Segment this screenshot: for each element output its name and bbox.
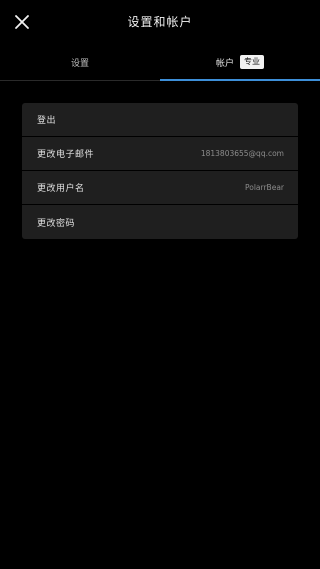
- change-email-row[interactable]: 更改电子邮件 1813803655@qq.com: [22, 137, 298, 171]
- email-value: 1813803655@qq.com: [200, 149, 284, 158]
- tab-account[interactable]: 帐户 专业: [160, 44, 320, 80]
- pro-badge: 专业: [240, 55, 264, 69]
- active-tab-indicator: [160, 79, 320, 81]
- logout-row[interactable]: 登出: [22, 103, 298, 137]
- page-title: 设置和帐户: [127, 15, 193, 29]
- change-email-label: 更改电子邮件: [37, 150, 95, 160]
- change-password-label: 更改密码: [37, 218, 76, 229]
- tab-divider: [0, 80, 160, 81]
- tab-settings-label: 设置: [70, 58, 89, 69]
- tab-settings[interactable]: 设置: [0, 44, 160, 80]
- username-value: PolarrBear: [245, 183, 284, 192]
- change-password-row[interactable]: 更改密码: [22, 205, 298, 239]
- change-username-row[interactable]: 更改用户名 PolarrBear: [22, 171, 298, 205]
- tab-account-label: 帐户: [215, 58, 234, 69]
- top-bar: 设置和帐户: [0, 0, 320, 44]
- logout-label: 登出: [37, 116, 57, 126]
- change-username-label: 更改用户名: [37, 184, 85, 194]
- tab-bar: 设置 帐户 专业: [0, 44, 320, 82]
- account-settings-list: 登出 更改电子邮件 1813803655@qq.com 更改用户名 Polarr…: [22, 103, 298, 239]
